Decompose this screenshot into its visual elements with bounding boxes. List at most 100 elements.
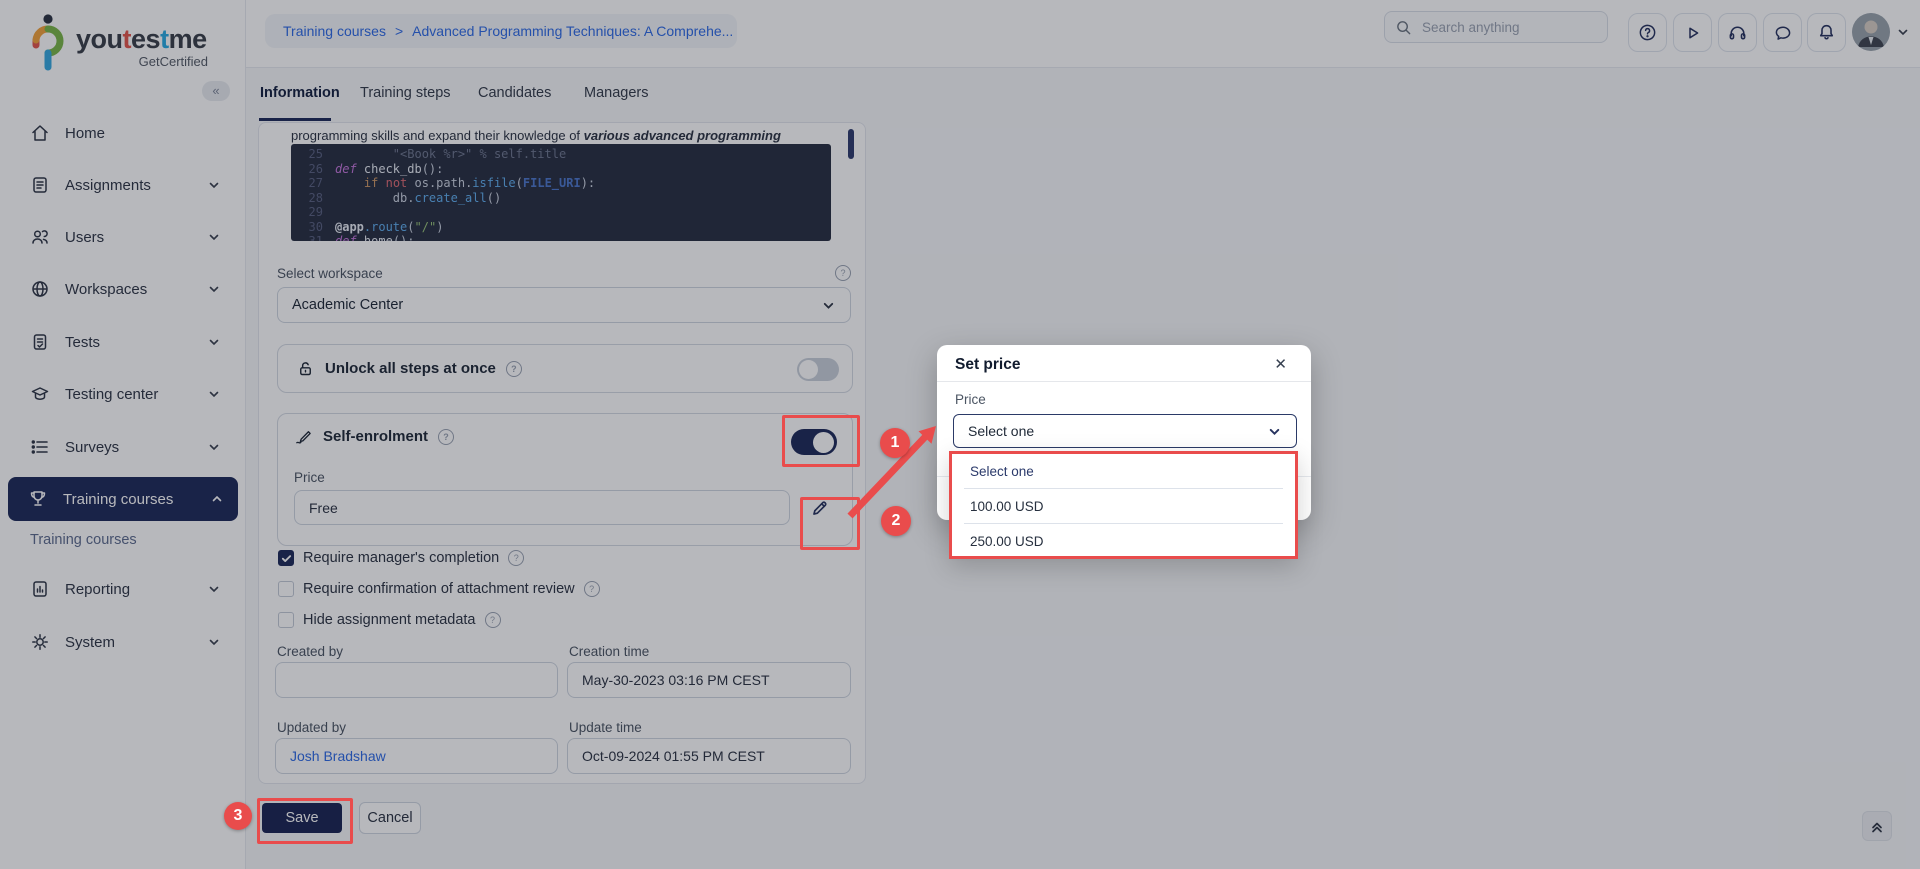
chat-icon — [1773, 23, 1793, 43]
update-time-label: Update time — [569, 720, 642, 735]
sidebar-item-reporting[interactable]: Reporting — [10, 569, 235, 609]
app-root: youtestme GetCertified « Home Assignment… — [0, 0, 1920, 869]
creation-time-input[interactable] — [567, 662, 851, 698]
require-attachment-review-checkbox[interactable] — [278, 581, 294, 597]
cancel-button[interactable]: Cancel — [359, 802, 421, 834]
breadcrumb: Training courses > Advanced Programming … — [265, 14, 737, 48]
price-option-250usd[interactable]: 250.00 USD — [952, 524, 1295, 558]
breadcrumb-current: Advanced Programming Techniques: A Compr… — [412, 23, 733, 39]
require-manager-completion-row: Require manager's completion ? — [278, 550, 524, 566]
home-icon — [30, 123, 50, 143]
global-search — [1384, 11, 1608, 43]
profile-caret-icon[interactable] — [1896, 25, 1910, 39]
tab-information[interactable]: Information — [260, 85, 340, 101]
sidebar-item-testing-center[interactable]: Testing center — [10, 374, 235, 414]
chevron-down-icon — [207, 387, 221, 401]
chat-button[interactable] — [1763, 13, 1802, 52]
sidebar-item-training-courses[interactable]: Training courses — [8, 477, 238, 521]
unlock-steps-toggle[interactable] — [797, 358, 839, 381]
unlock-steps-label: Unlock all steps at once — [325, 360, 496, 377]
chevron-down-icon — [1267, 424, 1282, 439]
avatar[interactable] — [1852, 13, 1890, 51]
modal-price-select[interactable]: Select one — [953, 414, 1297, 448]
hide-assignment-metadata-checkbox[interactable] — [278, 612, 294, 628]
price-label: Price — [294, 470, 325, 485]
price-dropdown-panel: Select one 100.00 USD 250.00 USD — [949, 451, 1298, 559]
price-option-100usd[interactable]: 100.00 USD — [952, 489, 1295, 523]
scroll-to-top-button[interactable] — [1862, 811, 1892, 841]
help-button[interactable] — [1628, 13, 1667, 52]
logo: youtestme GetCertified — [76, 26, 208, 69]
chevron-down-icon — [207, 335, 221, 349]
trophy-icon — [28, 489, 48, 509]
annotation-badge-1: 1 — [880, 428, 910, 458]
course-code-screenshot: 25 "<Book %r>" % self.title 26def check_… — [291, 144, 831, 241]
sidebar-subitem-training-courses[interactable]: Training courses — [30, 532, 137, 548]
sidebar-collapse-button[interactable]: « — [202, 81, 230, 101]
self-enrolment-label: Self-enrolment — [323, 428, 428, 445]
panel-scrollbar[interactable] — [848, 129, 854, 159]
created-by-input[interactable] — [275, 662, 558, 698]
checkbox-help-icon[interactable]: ? — [584, 581, 600, 597]
sidebar: youtestme GetCertified « Home Assignment… — [0, 0, 246, 869]
modal-price-label: Price — [955, 392, 986, 407]
workspace-select-value: Academic Center — [292, 297, 403, 313]
workspace-help-icon[interactable]: ? — [835, 265, 851, 281]
tab-training-steps[interactable]: Training steps — [360, 85, 451, 101]
breadcrumb-root-link[interactable]: Training courses — [283, 23, 386, 39]
updated-by-input[interactable] — [275, 738, 558, 774]
require-manager-completion-checkbox[interactable] — [278, 550, 294, 566]
globe-icon — [30, 279, 50, 299]
chevron-down-icon — [207, 178, 221, 192]
sidebar-item-label: Testing center — [65, 386, 192, 403]
tab-managers[interactable]: Managers — [584, 85, 648, 101]
sidebar-item-surveys[interactable]: Surveys — [10, 427, 235, 467]
sidebar-item-system[interactable]: System — [10, 622, 235, 662]
self-enrolment-toggle[interactable] — [791, 429, 837, 455]
test-document-icon — [30, 332, 50, 352]
price-input[interactable] — [294, 490, 790, 525]
checkbox-help-icon[interactable]: ? — [485, 612, 501, 628]
top-bar: Training courses > Advanced Programming … — [245, 0, 1920, 68]
report-chart-icon — [30, 579, 50, 599]
sidebar-item-users[interactable]: Users — [10, 217, 235, 257]
sidebar-item-home[interactable]: Home — [10, 113, 235, 153]
chevron-down-icon — [207, 230, 221, 244]
unlock-steps-card: Unlock all steps at once ? — [277, 344, 853, 393]
save-button[interactable]: Save — [262, 803, 342, 833]
edit-price-button[interactable] — [809, 497, 831, 519]
search-input[interactable] — [1420, 19, 1584, 36]
sidebar-item-label: Users — [65, 229, 192, 246]
checkbox-help-icon[interactable]: ? — [508, 550, 524, 566]
logo-wordmark: youtestme — [76, 26, 208, 53]
close-icon[interactable]: ✕ — [1268, 354, 1293, 374]
chevron-up-icon — [210, 492, 224, 506]
workspace-select[interactable]: Academic Center — [277, 287, 851, 323]
self-enrolment-help-icon[interactable]: ? — [438, 429, 454, 445]
graduation-cap-icon — [30, 384, 50, 404]
video-tutorials-button[interactable] — [1673, 13, 1712, 52]
chevron-down-icon — [207, 635, 221, 649]
notifications-button[interactable] — [1807, 13, 1846, 52]
logo-tagline: GetCertified — [76, 54, 208, 69]
double-chevron-up-icon — [1869, 818, 1885, 834]
update-time-input[interactable] — [567, 738, 851, 774]
created-by-label: Created by — [277, 644, 343, 659]
play-icon — [1683, 23, 1703, 43]
sidebar-item-label: Workspaces — [65, 281, 192, 298]
assignments-icon — [30, 175, 50, 195]
modal-title: Set price — [955, 356, 1020, 374]
bell-icon — [1816, 22, 1837, 43]
sidebar-item-label: Assignments — [65, 177, 192, 194]
information-form: programming skills and expand their know… — [258, 122, 866, 784]
support-button[interactable] — [1718, 13, 1757, 52]
search-icon — [1395, 19, 1412, 36]
checkbox-label: Hide assignment metadata — [303, 612, 476, 628]
tab-candidates[interactable]: Candidates — [478, 85, 551, 101]
users-icon — [30, 227, 50, 247]
unlock-help-icon[interactable]: ? — [506, 361, 522, 377]
sidebar-item-assignments[interactable]: Assignments — [10, 165, 235, 205]
sidebar-item-tests[interactable]: Tests — [10, 322, 235, 362]
sidebar-item-workspaces[interactable]: Workspaces — [10, 269, 235, 309]
price-option-select-one[interactable]: Select one — [952, 454, 1295, 488]
